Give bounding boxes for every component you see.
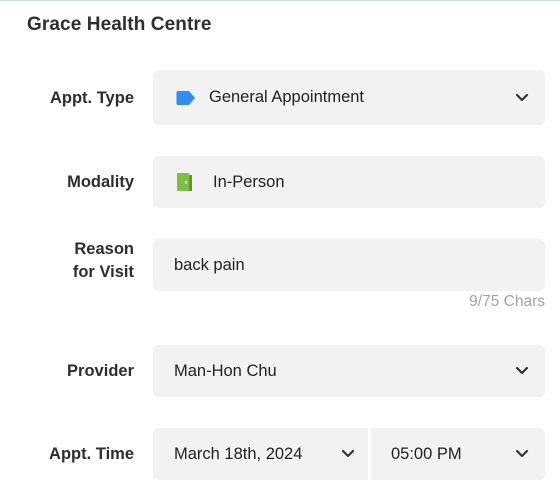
appt-type-value: General Appointment	[209, 88, 365, 106]
provider-select[interactable]: Man-Hon Chu	[153, 345, 545, 397]
tag-icon	[176, 90, 195, 105]
chevron-down-icon	[515, 93, 529, 101]
clinic-title: Grace Health Centre	[27, 14, 212, 35]
char-counter: 9/75 Chars	[469, 293, 545, 310]
reason-label-line2: for Visit	[72, 263, 134, 281]
appt-time-label: Appt. Time	[49, 445, 134, 463]
time-select[interactable]: 05:00 PM	[371, 428, 545, 480]
reason-input-value: back pain	[174, 255, 245, 274]
chevron-down-icon	[341, 449, 355, 458]
reason-label-line1: Reason	[74, 240, 134, 258]
time-value: 05:00 PM	[391, 444, 462, 463]
modality-field: In-Person	[153, 156, 545, 208]
appt-type-label: Appt. Type	[49, 89, 134, 107]
reason-input[interactable]: back pain	[153, 239, 545, 291]
appt-type-select[interactable]: General Appointment	[153, 70, 545, 125]
date-select[interactable]: March 18th, 2024	[153, 428, 368, 480]
modality-value: In-Person	[213, 172, 285, 191]
chevron-down-icon	[515, 366, 529, 375]
chevron-down-icon	[515, 449, 529, 458]
door-icon	[177, 173, 192, 191]
provider-value: Man-Hon Chu	[174, 361, 277, 380]
top-border	[0, 0, 560, 1]
modality-label: Modality	[67, 173, 134, 191]
date-value: March 18th, 2024	[174, 444, 303, 463]
provider-label: Provider	[67, 362, 134, 380]
